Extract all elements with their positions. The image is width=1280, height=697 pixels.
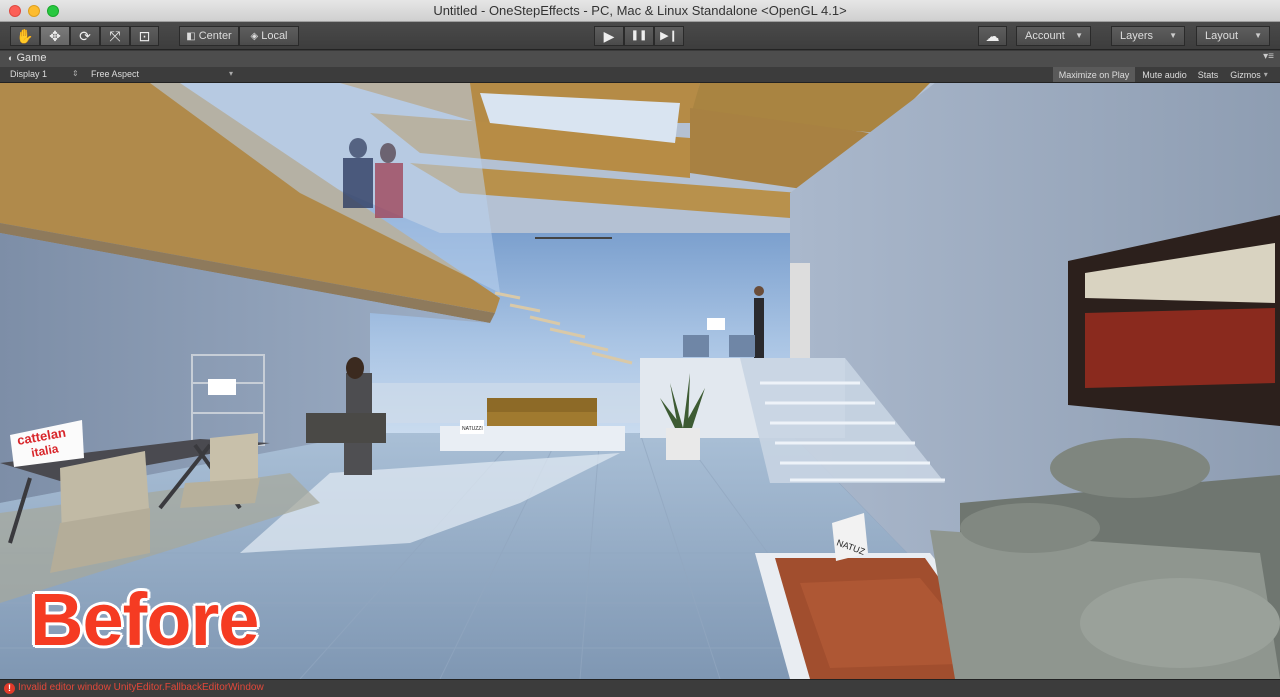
move-tool-icon: ✥	[49, 28, 61, 44]
rect-tool-button[interactable]: ⊡	[130, 26, 159, 46]
gizmos-label: Gizmos	[1230, 69, 1261, 80]
layers-dropdown[interactable]: Layers ▼	[1111, 26, 1185, 46]
tab-menu-icon[interactable]: ▾≡	[1263, 51, 1274, 62]
window-title: Untitled - OneStepEffects - PC, Mac & Li…	[433, 3, 847, 18]
rotate-tool-icon: ⟳	[79, 28, 91, 44]
console-error-message[interactable]: Invalid editor window UnityEditor.Fallba…	[18, 682, 264, 693]
move-tool-button[interactable]: ✥	[40, 26, 70, 46]
game-viewport[interactable]: NATUZZI cattelan italia NATUZ Before	[0, 83, 1280, 679]
stats-toggle[interactable]: Stats	[1194, 67, 1222, 82]
scale-tool-button[interactable]: ⤧	[100, 26, 130, 46]
aspect-select[interactable]: Free Aspect ▾	[91, 69, 237, 79]
mute-audio-toggle[interactable]: Mute audio	[1137, 67, 1192, 82]
aspect-label: Free Aspect	[91, 69, 140, 79]
chevron-down-icon: ▾	[1263, 70, 1268, 79]
pivot-local-label: Local	[261, 30, 288, 42]
account-dropdown[interactable]: Account ▼	[1016, 26, 1091, 46]
chevron-down-icon: ▼	[1169, 31, 1177, 40]
chevron-down-icon: ▼	[1254, 31, 1262, 40]
pivot-center-label: Center	[198, 30, 232, 42]
game-view-toolbar: Display 1 ⇕ Free Aspect ▾ Maximize on Pl…	[0, 67, 1280, 83]
mute-audio-label: Mute audio	[1142, 69, 1187, 80]
window-title-bar: Untitled - OneStepEffects - PC, Mac & Li…	[0, 0, 1280, 22]
pivot-local-toggle[interactable]: ◈ Local	[239, 26, 299, 46]
layout-dropdown[interactable]: Layout ▼	[1196, 26, 1270, 46]
play-icon: ▶	[603, 28, 615, 44]
maximize-on-play-toggle[interactable]: Maximize on Play	[1053, 67, 1135, 82]
before-overlay-label: Before	[30, 578, 259, 661]
step-icon: ▶❙	[660, 29, 678, 42]
hand-tool-button[interactable]: ✋	[10, 26, 40, 46]
display-select[interactable]: Display 1 ⇕	[10, 69, 80, 79]
gizmos-dropdown[interactable]: Gizmos ▾	[1225, 67, 1273, 82]
display-label: Display 1	[10, 69, 48, 79]
rect-tool-icon: ⊡	[138, 28, 151, 44]
collab-cloud-button[interactable]: ☁	[978, 26, 1007, 46]
account-label: Account	[1025, 30, 1065, 42]
game-icon: ◐	[8, 53, 14, 63]
status-bar[interactable]: ! Invalid editor window UnityEditor.Fall…	[0, 679, 1280, 697]
game-tab-label: Game	[16, 52, 47, 64]
pivot-local-icon: ◈	[250, 30, 259, 42]
natuzzi-sign-small: NATUZZI	[462, 426, 483, 432]
layout-label: Layout	[1205, 30, 1239, 42]
stats-label: Stats	[1197, 69, 1219, 80]
layers-label: Layers	[1120, 30, 1154, 42]
rotate-tool-button[interactable]: ⟳	[70, 26, 100, 46]
game-view-tab[interactable]: ◐ Game ▾≡	[0, 51, 1280, 67]
scale-tool-icon: ⤧	[109, 28, 121, 44]
select-arrows-icon: ⇕	[72, 69, 79, 78]
game-tab-title: ◐ Game	[8, 52, 46, 64]
pause-icon: ❚❚	[630, 30, 648, 41]
pivot-center-icon: ◧	[186, 30, 196, 42]
pivot-center-toggle[interactable]: ◧ Center	[179, 26, 239, 46]
step-button[interactable]: ▶❙	[654, 26, 684, 46]
pause-button[interactable]: ❚❚	[624, 26, 654, 46]
main-toolbar: ✋ ✥ ⟳ ⤧ ⊡ ◧ Center ◈ Local ▶ ❚❚ ▶❙ ☁ Acc…	[0, 22, 1280, 50]
chevron-down-icon: ▼	[1075, 31, 1083, 40]
error-icon: !	[4, 683, 15, 694]
cloud-icon: ☁	[985, 28, 1000, 44]
chevron-down-icon: ▾	[229, 69, 234, 78]
play-button[interactable]: ▶	[594, 26, 624, 46]
hand-tool-icon: ✋	[16, 28, 34, 44]
maximize-on-play-label: Maximize on Play	[1058, 69, 1130, 80]
